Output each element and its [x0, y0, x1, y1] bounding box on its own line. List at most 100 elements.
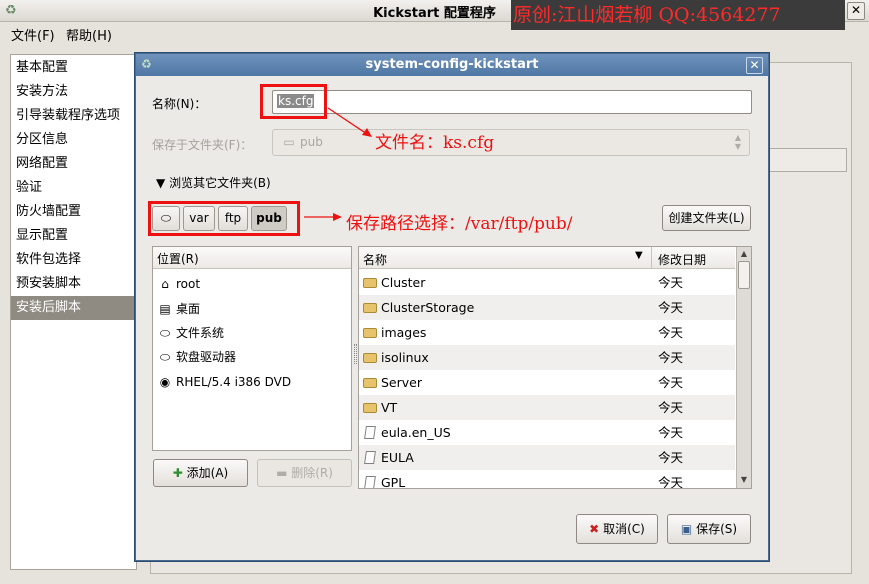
place-root[interactable]: ⌂ root: [157, 272, 349, 296]
file-name: Server: [381, 375, 422, 390]
minus-icon: ▬: [276, 466, 288, 480]
menu-file[interactable]: 文件(F): [11, 25, 55, 44]
file-row[interactable]: images 今天: [359, 320, 735, 345]
place-floppy[interactable]: ⬭ 软盘驱动器: [157, 345, 349, 369]
file-row[interactable]: ClusterStorage 今天: [359, 295, 735, 320]
file-row[interactable]: Cluster 今天: [359, 270, 735, 295]
browse-label: 浏览其它文件夹(B): [169, 176, 271, 190]
save-label: 保存(S): [696, 522, 738, 536]
expander-triangle-icon: ▼: [156, 176, 166, 190]
filename-highlight-box: [260, 84, 327, 119]
save-in-folder-value: pub: [300, 135, 323, 149]
document-icon: [364, 426, 376, 439]
name-label: 名称(N)：: [152, 97, 207, 111]
save-button[interactable]: ▣ 保存(S): [667, 514, 751, 544]
cancel-icon: ✖: [589, 522, 600, 536]
file-row[interactable]: VT 今天: [359, 395, 735, 420]
file-row[interactable]: GPL 今天: [359, 470, 735, 488]
sort-down-icon: ▼: [635, 250, 643, 261]
file-modified: 今天: [658, 350, 684, 365]
file-row[interactable]: Server 今天: [359, 370, 735, 395]
sidebar-item-post-script[interactable]: 安装后脚本: [11, 296, 136, 320]
remove-place-button[interactable]: ▬ 删除(R): [257, 459, 352, 487]
sidebar-item-basic[interactable]: 基本配置: [11, 56, 136, 80]
place-label: RHEL/5.4 i386 DVD: [176, 375, 292, 389]
folder-icon: [363, 377, 377, 388]
drive-icon: ⬭: [159, 326, 171, 340]
folder-icon: ▭: [283, 135, 295, 149]
folder-icon: [363, 352, 377, 363]
document-icon: [364, 476, 376, 488]
scroll-up-icon[interactable]: ▲: [738, 248, 750, 260]
background-field: [767, 148, 847, 172]
file-name: eula.en_US: [381, 425, 451, 440]
folder-icon: [363, 277, 377, 288]
sidebar-item-install-method[interactable]: 安装方法: [11, 80, 136, 104]
place-label: 桌面: [176, 302, 201, 316]
folder-icon: [363, 402, 377, 413]
sidebar-item-packages[interactable]: 软件包选择: [11, 248, 136, 272]
file-row[interactable]: EULA 今天: [359, 445, 735, 470]
dialog-title: system-config-kickstart: [365, 57, 539, 72]
place-filesystem[interactable]: ⬭ 文件系统: [157, 321, 349, 345]
cancel-button[interactable]: ✖ 取消(C): [576, 514, 658, 544]
file-modified: 今天: [658, 300, 684, 315]
path-annotation-arrow: [304, 213, 342, 221]
file-list-pane: 名称 ▼ 修改日期 Cluster 今天 ClusterStorage 今天 ima…: [358, 246, 752, 489]
path-annotation: 保存路径选择：/var/ftp/pub/: [346, 214, 573, 234]
column-modified[interactable]: 修改日期: [658, 251, 706, 268]
file-row[interactable]: isolinux 今天: [359, 345, 735, 370]
sidebar-item-bootloader[interactable]: 引导装载程序选项: [11, 104, 136, 128]
file-name: VT: [381, 400, 398, 415]
filename-annotation-arrow: [327, 107, 372, 137]
pane-resize-handle[interactable]: [354, 344, 357, 364]
home-icon: ⌂: [161, 277, 169, 291]
file-name: Cluster: [381, 275, 426, 290]
menubar: 文件(F) 帮助(H): [0, 22, 869, 46]
sidebar-item-display[interactable]: 显示配置: [11, 224, 136, 248]
desktop-icon: ▤: [159, 302, 171, 316]
combo-arrows-icon: ▲ ▼: [734, 133, 742, 151]
file-modified: 今天: [658, 425, 684, 440]
file-name: ClusterStorage: [381, 300, 475, 315]
sidebar-item-partition[interactable]: 分区信息: [11, 128, 136, 152]
file-modified: 今天: [658, 375, 684, 390]
file-name: images: [381, 325, 427, 340]
sidebar-item-firewall[interactable]: 防火墙配置: [11, 200, 136, 224]
file-list-scrollbar[interactable]: ▲ ▼: [736, 247, 751, 488]
menu-help[interactable]: 帮助(H): [66, 25, 112, 44]
save-in-folder-label: 保存于文件夹(F)：: [152, 138, 253, 152]
dialog-close-button[interactable]: ✕: [746, 57, 763, 74]
column-name[interactable]: 名称: [363, 251, 387, 268]
remove-label: 删除(R): [291, 466, 333, 480]
file-modified: 今天: [658, 325, 684, 340]
file-modified: 今天: [658, 450, 684, 465]
file-row[interactable]: eula.en_US 今天: [359, 420, 735, 445]
main-close-button[interactable]: ✕: [847, 2, 865, 20]
place-desktop[interactable]: ▤ 桌面: [157, 297, 349, 321]
scrollbar-thumb[interactable]: [738, 261, 750, 289]
document-icon: [364, 451, 376, 464]
scroll-down-icon[interactable]: ▼: [738, 474, 750, 486]
plus-icon: ✚: [172, 466, 183, 480]
places-header: 位置(R): [153, 247, 351, 269]
folder-icon: [363, 302, 377, 313]
cancel-label: 取消(C): [603, 522, 645, 536]
place-label: 文件系统: [176, 326, 225, 340]
add-place-button[interactable]: ✚ 添加(A): [153, 459, 248, 487]
file-modified: 今天: [658, 400, 684, 415]
create-folder-button[interactable]: 创建文件夹(L): [662, 205, 751, 231]
column-divider: [651, 247, 652, 268]
filename-annotation: 文件名：ks.cfg: [375, 133, 495, 153]
sidebar-item-auth[interactable]: 验证: [11, 176, 136, 200]
sidebar-item-pre-script[interactable]: 预安装脚本: [11, 272, 136, 296]
place-label: 软盘驱动器: [176, 350, 237, 364]
file-name: GPL: [381, 475, 406, 488]
browse-other-folders-expander[interactable]: ▼ 浏览其它文件夹(B): [156, 174, 271, 191]
place-label: root: [176, 277, 201, 291]
place-dvd[interactable]: ◉ RHEL/5.4 i386 DVD: [157, 370, 349, 394]
file-name: EULA: [381, 450, 414, 465]
sidebar-item-network[interactable]: 网络配置: [11, 152, 136, 176]
path-highlight-box: [148, 201, 300, 236]
sidebar: 基本配置 安装方法 引导装载程序选项 分区信息 网络配置 验证 防火墙配置 显示…: [10, 54, 137, 570]
